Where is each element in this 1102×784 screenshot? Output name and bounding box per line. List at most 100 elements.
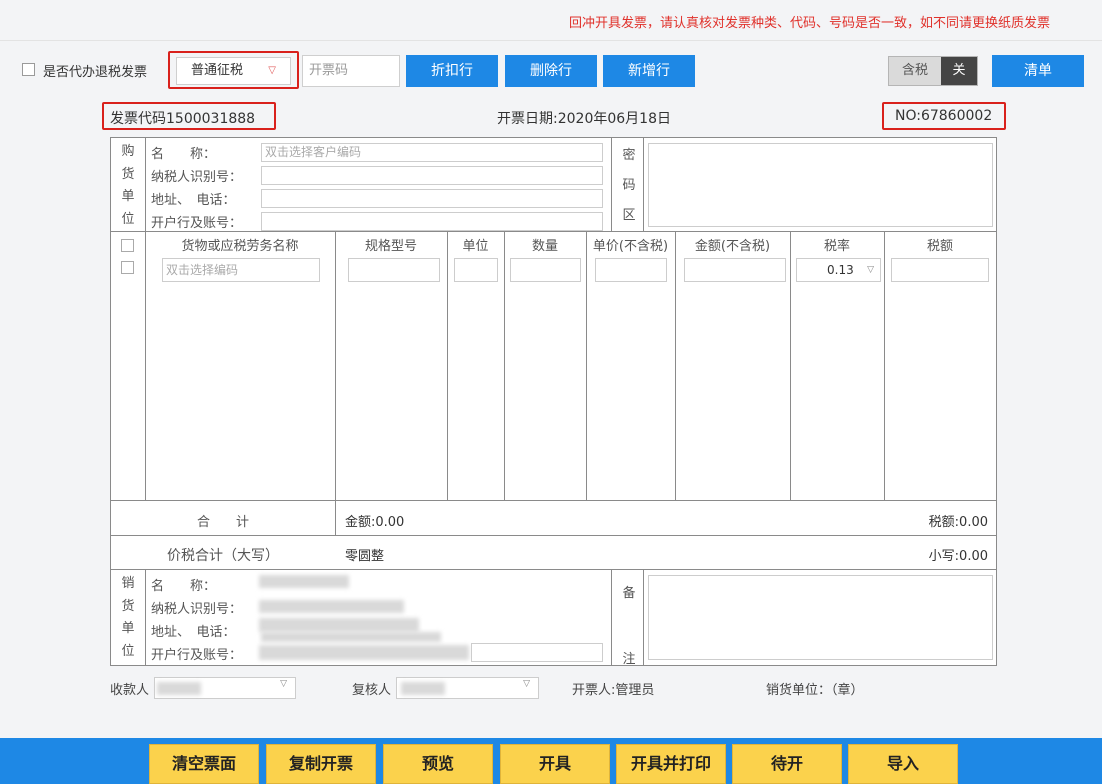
seller-side-label: 销货 单位 [121,576,135,659]
tax-rate-select[interactable]: 0.13 ▽ [796,258,881,282]
invoice-code-placeholder: 开票码 [309,63,349,78]
rule [586,231,587,500]
item-amount-input[interactable] [684,258,786,282]
clear-form-button[interactable]: 清空票面 [149,744,259,784]
invoice-type-value: 普通征税 [191,63,244,78]
rule [111,569,996,570]
total-label: 合 计 [196,515,249,530]
seller-bank-input[interactable] [471,643,603,662]
total-tax: 税额:0.00 [928,515,988,530]
rule [111,535,996,536]
row-checkbox[interactable] [121,261,134,274]
agent-refund-label: 是否代办退税发票 [43,65,148,80]
column-header: 金额(不含税) [694,239,771,254]
grand-total-label: 价税合计（大写） [167,548,279,564]
reviewer-label: 复核人 [352,683,392,698]
grand-total-uppercase: 零圆整 [345,549,385,564]
redacted-reviewer [401,682,445,695]
seller-bank-label: 开户行及账号： [151,648,243,663]
issue-button[interactable]: 开具 [500,744,610,784]
invoice-number: NO:67860002 [895,108,993,124]
remark-input[interactable] [648,575,993,660]
reviewer-select[interactable]: ▽ [396,677,539,699]
redacted-seller-name [259,575,349,588]
redacted-seller-bank [259,645,469,660]
delete-row-button[interactable]: 删除行 [505,55,597,87]
rule [611,138,612,231]
rule [145,138,146,231]
item-price-input[interactable] [595,258,667,282]
drawer-label: 开票人:管理员 [572,683,655,698]
cipher-area-label: 密码区 [622,148,636,223]
redacted-payee [157,682,201,695]
buyer-address-input[interactable] [261,189,603,208]
invoice-code: 发票代码1500031888 [110,111,256,127]
column-header: 规格型号 [364,239,417,254]
cipher-area [648,143,993,227]
redacted-seller-address [259,618,419,632]
seller-name-label: 名 称： [151,579,217,594]
buyer-name-label: 名 称： [151,147,217,162]
buyer-side-label: 购货 单位 [121,144,135,227]
issue-date: 开票日期:2020年06月18日 [497,111,671,127]
column-header: 数量 [531,239,558,254]
payee-select[interactable]: ▽ [154,677,296,699]
item-spec-input[interactable] [348,258,440,282]
chevron-down-icon: ▽ [867,265,874,275]
buyer-bank-label: 开户行及账号： [151,216,243,231]
column-header: 税额 [926,239,953,254]
import-button[interactable]: 导入 [848,744,958,784]
invoice-form: 购货 单位 名 称： 双击选择客户编码 纳税人识别号： 地址、 电话： 开户行及… [110,137,997,667]
issue-and-print-button[interactable]: 开具并打印 [616,744,726,784]
chevron-down-icon: ▽ [280,679,287,689]
rule [335,231,336,535]
rule [884,231,885,500]
invoice-type-select[interactable]: 普通征税 ▽ [176,57,291,85]
column-header: 单价(不含税) [592,239,669,254]
tax-toggle-off[interactable]: 关 [941,57,977,85]
tax-inclusive-label: 含税 [889,57,941,85]
rule [790,231,791,500]
redacted-seller-taxid [259,600,404,613]
add-row-button[interactable]: 新增行 [603,55,695,87]
copy-invoice-button[interactable]: 复制开票 [266,744,376,784]
rule [611,569,612,666]
payee-label: 收款人 [110,683,150,698]
item-quantity-input[interactable] [510,258,581,282]
buyer-bank-input[interactable] [261,212,603,231]
divider [0,40,1102,41]
seller-taxid-label: 纳税人识别号： [151,602,243,617]
list-button[interactable]: 清单 [992,55,1084,87]
seller-seal-label: 销货单位：（章） [766,683,864,698]
rule [145,231,146,500]
buyer-taxid-input[interactable] [261,166,603,185]
grand-total-lowercase: 小写:0.00 [928,549,988,564]
preview-button[interactable]: 预览 [383,744,493,784]
item-name-input[interactable]: 双击选择编码 [162,258,320,282]
column-header: 税率 [823,239,850,254]
total-amount: 金额:0.00 [345,515,405,530]
chevron-down-icon: ▽ [523,679,530,689]
column-header: 货物或应税劳务名称 [181,239,299,254]
notice-text: 回冲开具发票，请认真核对发票种类、代码、号码是否一致，如不同请更换纸质发票 [568,16,1050,31]
rule [675,231,676,500]
buyer-address-label: 地址、 电话： [151,193,236,208]
discount-row-button[interactable]: 折扣行 [406,55,498,87]
pending-button[interactable]: 待开 [732,744,842,784]
remark-label: 备注 [622,586,636,667]
buyer-taxid-label: 纳税人识别号： [151,170,243,185]
column-header: 单位 [462,239,489,254]
seller-address-label: 地址、 电话： [151,625,236,640]
item-unit-input[interactable] [454,258,498,282]
item-tax-input[interactable] [891,258,989,282]
buyer-name-input[interactable]: 双击选择客户编码 [261,143,603,162]
invoice-code-input[interactable]: 开票码 [302,55,400,87]
agent-refund-checkbox[interactable] [22,63,35,76]
tax-inclusive-toggle[interactable]: 含税 关 [888,56,978,86]
chevron-down-icon: ▽ [268,65,276,76]
tax-rate-value: 0.13 [827,263,854,277]
rule [643,569,644,666]
select-all-checkbox[interactable] [121,239,134,252]
redacted-seller-address [261,632,441,642]
rule [111,231,996,232]
